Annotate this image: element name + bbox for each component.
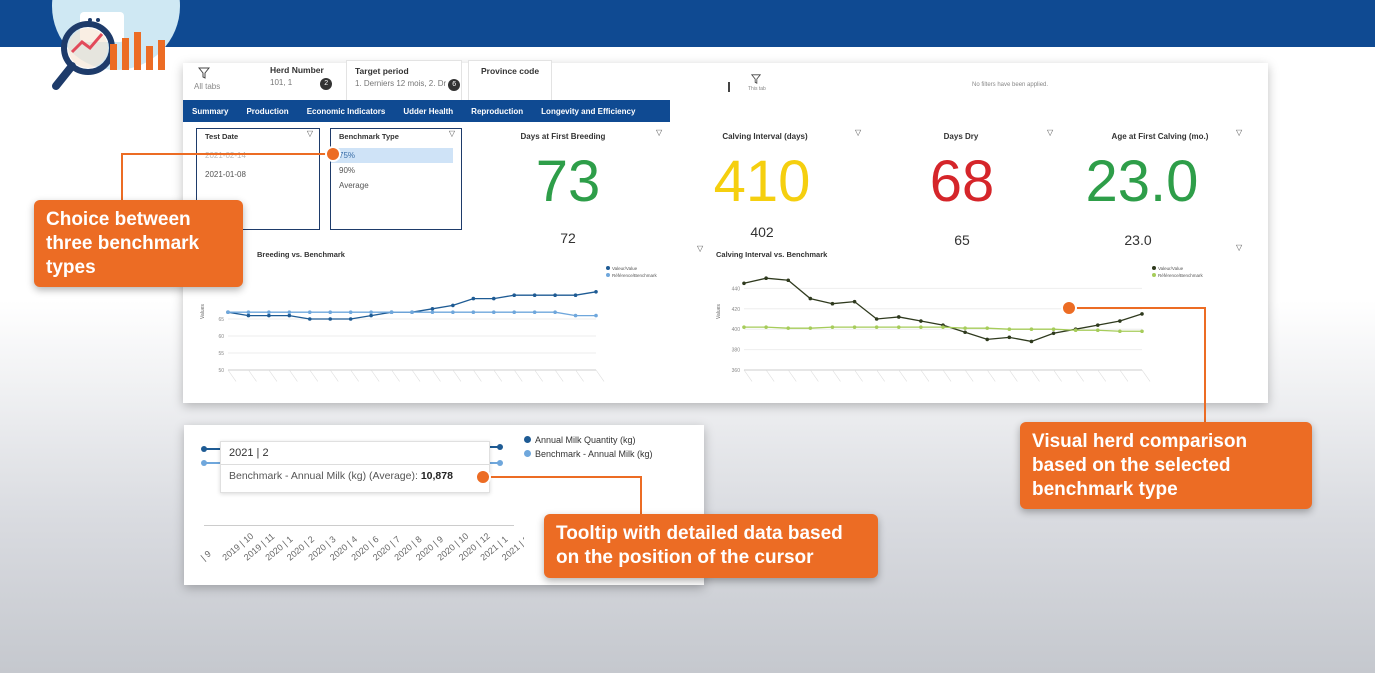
callout-benchmark-choice: Choice between three benchmark types bbox=[34, 200, 243, 288]
callout-visual-comparison: Visual herd comparison based on the sele… bbox=[1020, 422, 1312, 510]
callout-tooltip: Tooltip with detailed data based on the … bbox=[544, 514, 878, 578]
